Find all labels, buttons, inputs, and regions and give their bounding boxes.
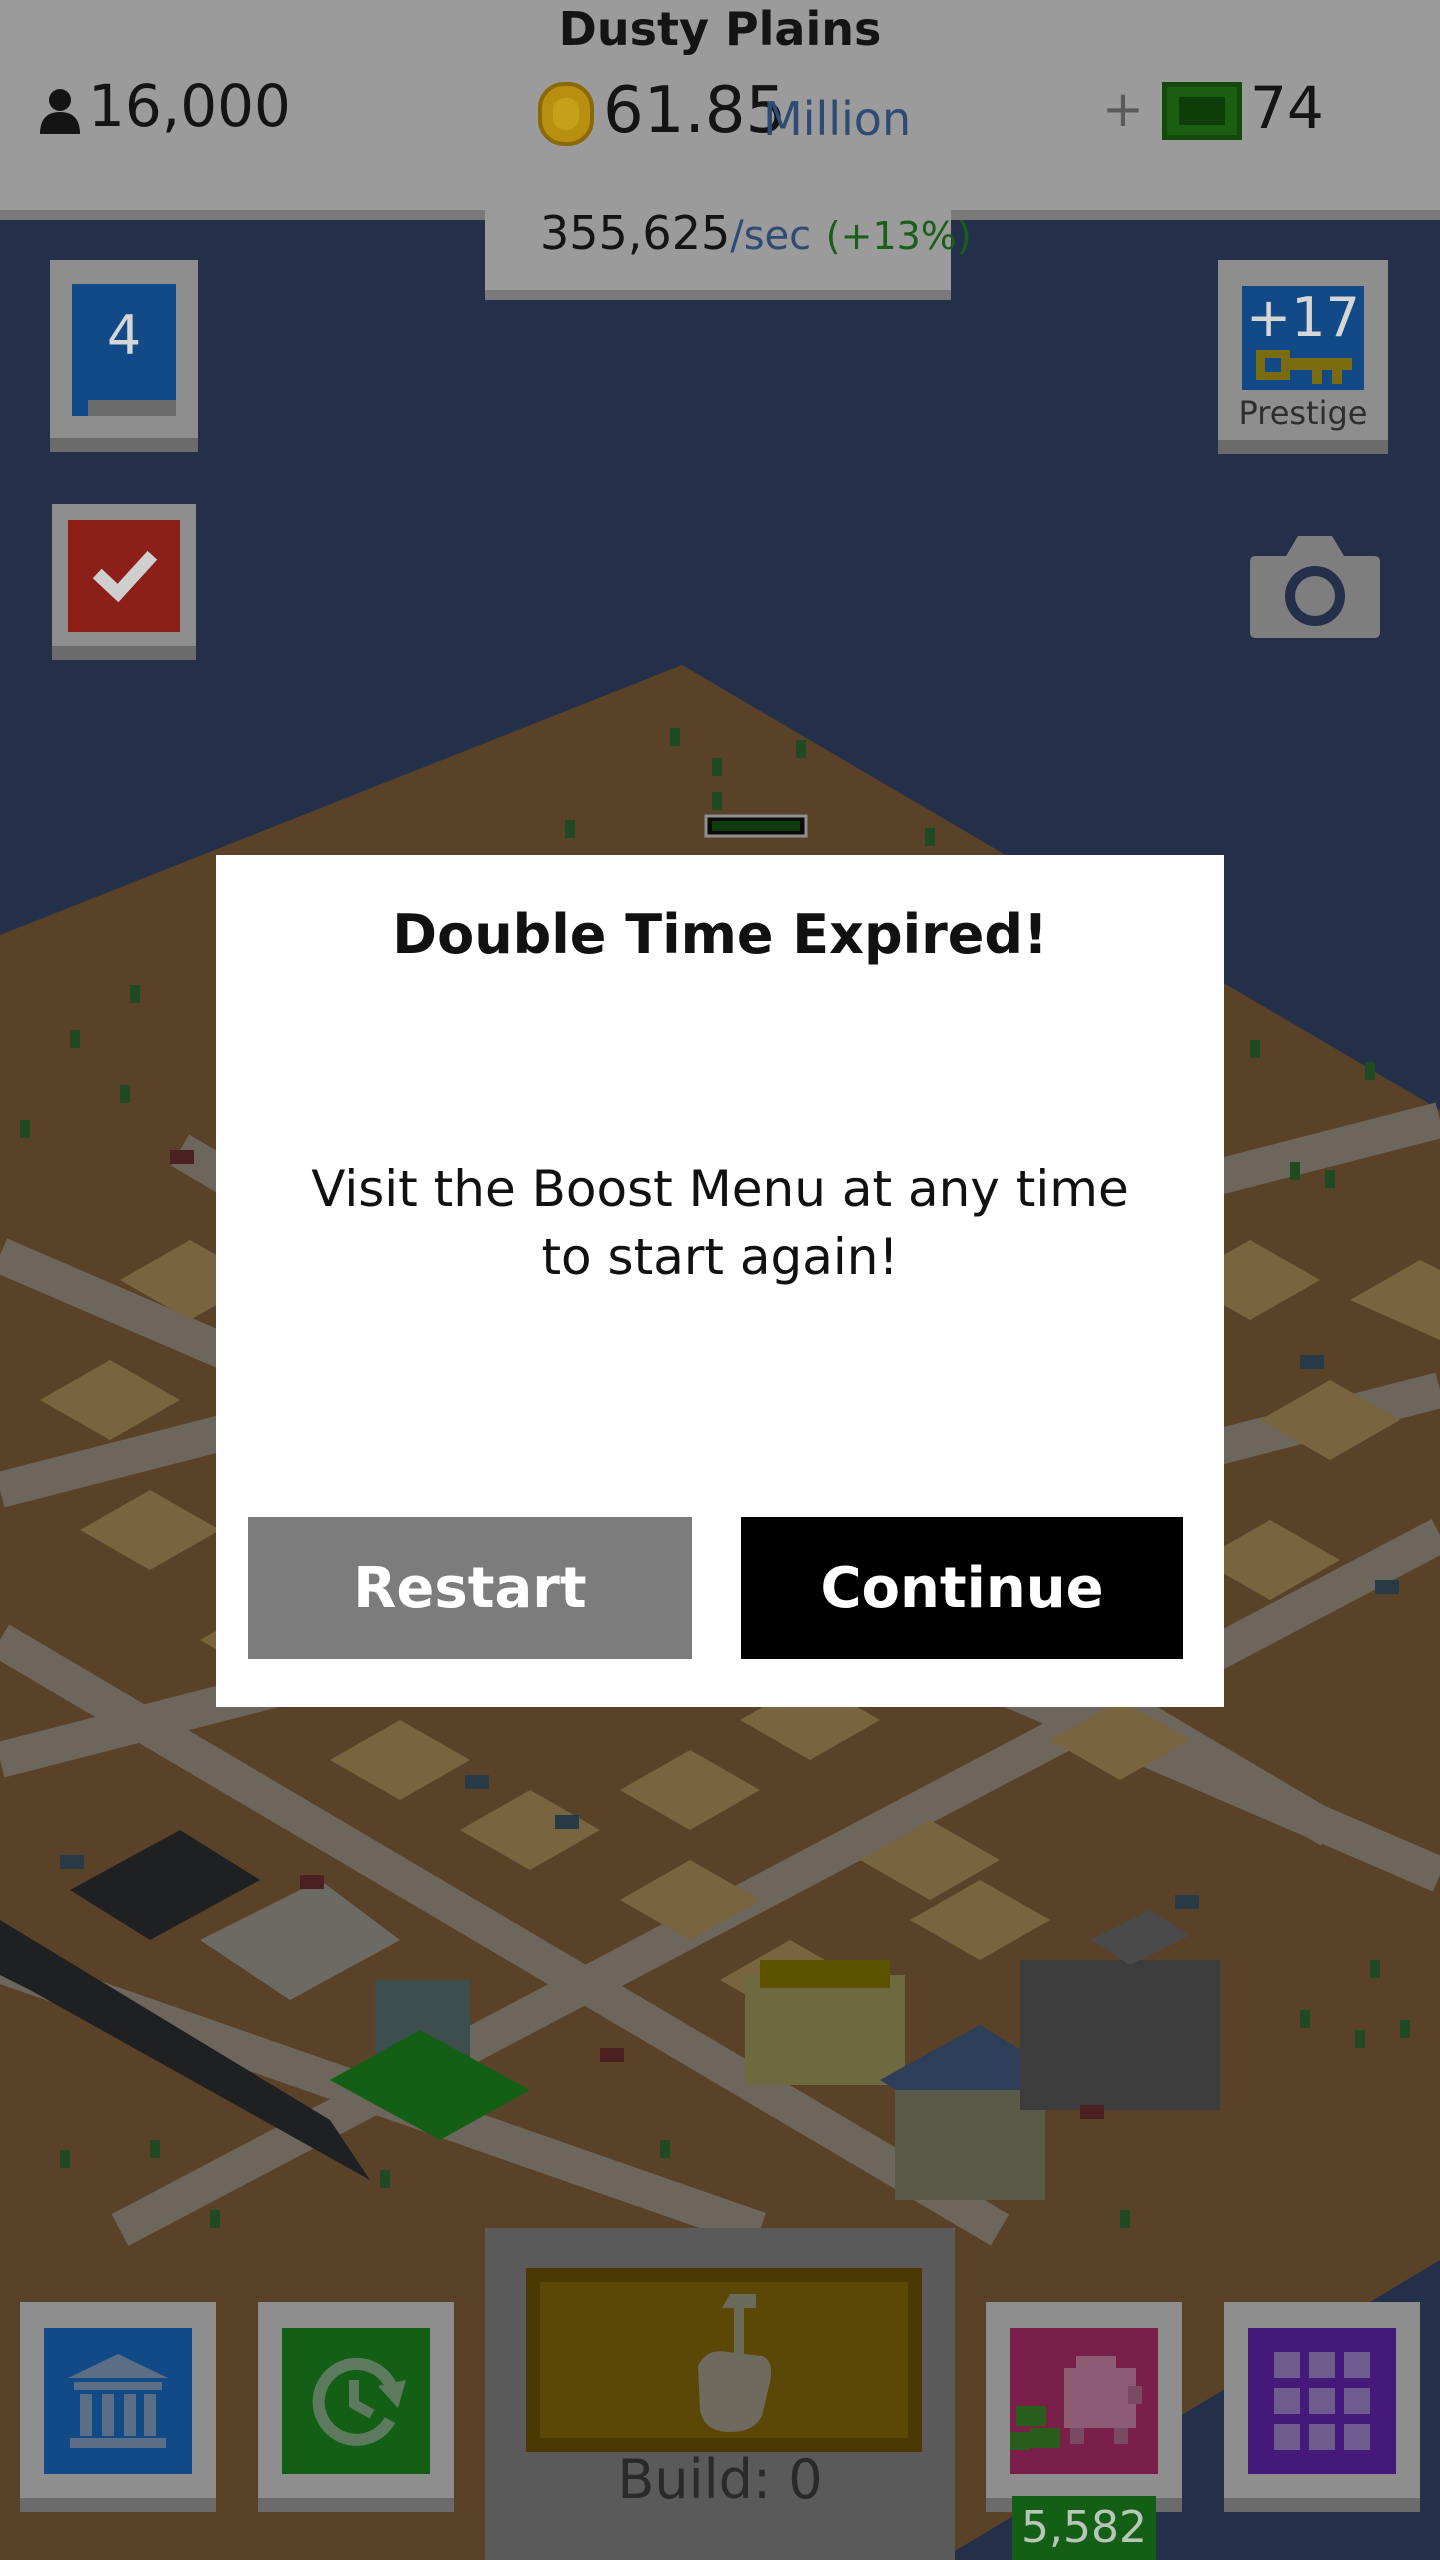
dialog-title: Double Time Expired!: [392, 903, 1048, 966]
continue-button[interactable]: Continue: [741, 1517, 1183, 1659]
restart-button[interactable]: Restart: [248, 1517, 692, 1659]
dialog-message: Visit the Boost Menu at any time to star…: [311, 1160, 1129, 1286]
double-time-expired-dialog: Double Time Expired! Visit the Boost Men…: [216, 855, 1224, 1707]
